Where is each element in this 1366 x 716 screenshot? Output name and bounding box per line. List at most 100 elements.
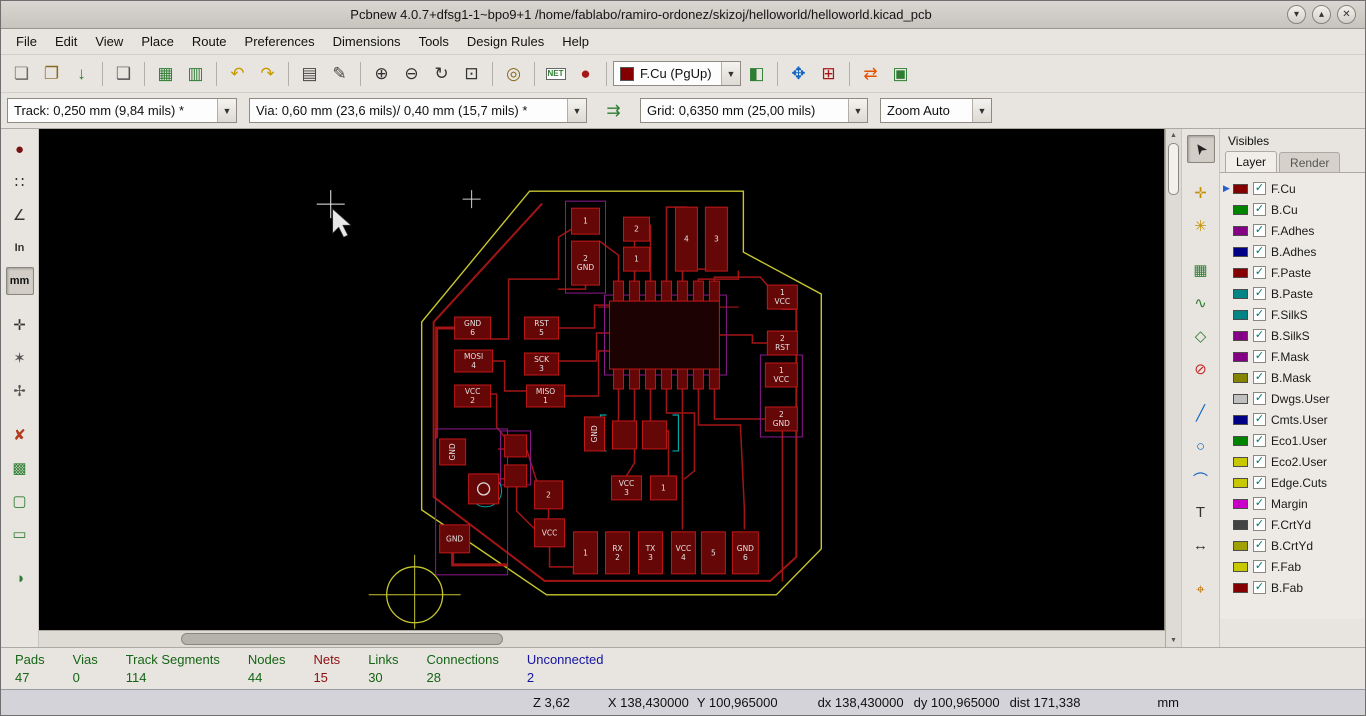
layer-row-b-mask[interactable]: ✓ B.Mask	[1222, 367, 1365, 388]
layer-color-swatch[interactable]	[1233, 267, 1248, 278]
copper-trace[interactable]	[548, 546, 575, 575]
layer-color-swatch[interactable]	[1233, 183, 1248, 194]
menu-item-view[interactable]: View	[86, 30, 132, 53]
high-contrast-icon[interactable]: ◑	[6, 564, 34, 592]
layer-row-eco2-user[interactable]: ✓ Eco2.User	[1222, 451, 1365, 472]
ic-pin[interactable]	[676, 280, 688, 302]
ic-pin[interactable]	[660, 280, 672, 302]
layer-row-eco1-user[interactable]: ✓ Eco1.User	[1222, 430, 1365, 451]
layer-row-b-crtyd[interactable]: ✓ B.CrtYd	[1222, 535, 1365, 556]
window-minimize-button[interactable]: ▾	[1287, 5, 1306, 24]
grid-toggle-icon[interactable]: ∷	[6, 168, 34, 196]
copper-trace[interactable]	[489, 360, 530, 392]
zones-filled-icon[interactable]: ▩	[6, 454, 34, 482]
pcb-pad[interactable]: VCC	[534, 518, 566, 548]
layer-visibility-checkbox[interactable]: ✓	[1253, 539, 1266, 552]
layer-color-swatch[interactable]	[1233, 561, 1248, 572]
layer-visibility-checkbox[interactable]: ✓	[1253, 371, 1266, 384]
layer-visibility-checkbox[interactable]: ✓	[1253, 203, 1266, 216]
add-footprint-tool-icon[interactable]: ▦	[1187, 256, 1215, 284]
layer-visibility-checkbox[interactable]: ✓	[1253, 224, 1266, 237]
zoom-in-icon[interactable]: ⊕	[367, 59, 396, 88]
layer-manager-icon[interactable]: ◧	[742, 59, 771, 88]
local-ratsnest-tool-icon[interactable]: ✳	[1187, 212, 1215, 240]
pcb-pad[interactable]: 2GND	[764, 406, 798, 432]
ic-pin[interactable]	[708, 280, 720, 302]
layer-visibility-checkbox[interactable]: ✓	[1253, 329, 1266, 342]
pcb-pad[interactable]: 4	[674, 206, 698, 272]
layer-color-swatch[interactable]	[1233, 540, 1248, 551]
layer-row-edge-cuts[interactable]: ✓ Edge.Cuts	[1222, 472, 1365, 493]
redo-icon[interactable]: ↷	[253, 59, 282, 88]
layer-color-swatch[interactable]	[1233, 456, 1248, 467]
route-track-tool-icon[interactable]: ∿	[1187, 289, 1215, 317]
pcb-pad[interactable]: VCC3	[610, 475, 642, 501]
zoom-redraw-icon[interactable]: ↻	[427, 59, 456, 88]
page-settings-icon[interactable]: ❑	[109, 59, 138, 88]
print-icon[interactable]: ▤	[295, 59, 324, 88]
pad-shape[interactable]	[611, 420, 637, 450]
pad-shape[interactable]	[504, 434, 528, 458]
titlebar[interactable]: Pcbnew 4.0.7+dfsg1-1~bpo9+1 /home/fablab…	[1, 1, 1365, 29]
layer-row-b-fab[interactable]: ✓ B.Fab	[1222, 577, 1365, 598]
layer-color-swatch[interactable]	[1233, 309, 1248, 320]
layer-color-swatch[interactable]	[1233, 372, 1248, 383]
highlight-net-tool-icon[interactable]: ✛	[1187, 179, 1215, 207]
layer-visibility-checkbox[interactable]: ✓	[1253, 182, 1266, 195]
layer-row-f-adhes[interactable]: ✓ F.Adhes	[1222, 220, 1365, 241]
layer-color-swatch[interactable]	[1233, 519, 1248, 530]
pcb-pad[interactable]: GND6	[731, 531, 759, 575]
zoom-fit-icon[interactable]: ⊡	[457, 59, 486, 88]
footprint-editor-icon[interactable]: ▦	[151, 59, 180, 88]
drc-toggle-icon[interactable]: ●	[6, 135, 34, 163]
ratsnest-icon[interactable]: ✶	[6, 344, 34, 372]
layer-color-swatch[interactable]	[1233, 225, 1248, 236]
scroll-down-icon[interactable]: ▼	[1170, 637, 1177, 644]
layer-visibility-checkbox[interactable]: ✓	[1253, 434, 1266, 447]
copper-trace[interactable]	[557, 304, 611, 329]
pcb-pad[interactable]	[641, 420, 667, 450]
layer-visibility-checkbox[interactable]: ✓	[1253, 497, 1266, 510]
layer-row-f-silks[interactable]: ✓ F.SilkS	[1222, 304, 1365, 325]
layer-visibility-checkbox[interactable]: ✓	[1253, 413, 1266, 426]
copper-trace[interactable]	[713, 376, 767, 420]
footprint-position-icon[interactable]: ✥	[784, 59, 813, 88]
layer-color-swatch[interactable]	[1233, 582, 1248, 593]
pcb-pad[interactable]: 2GND	[571, 240, 601, 286]
ic-pin[interactable]	[708, 368, 720, 390]
layer-visibility-checkbox[interactable]: ✓	[1253, 392, 1266, 405]
menu-item-file[interactable]: File	[7, 30, 46, 53]
add-keepout-tool-icon[interactable]: ⊘	[1187, 355, 1215, 383]
layer-row-b-silks[interactable]: ✓ B.SilkS	[1222, 325, 1365, 346]
window-maximize-button[interactable]: ▴	[1312, 5, 1331, 24]
pcb-pad[interactable]: SCK3	[524, 352, 560, 376]
find-icon[interactable]: ◎	[499, 59, 528, 88]
layer-visibility-checkbox[interactable]: ✓	[1253, 266, 1266, 279]
vertical-scrollbar[interactable]: ▲ ▼	[1165, 129, 1181, 647]
ic-pin[interactable]	[644, 280, 656, 302]
layer-visibility-checkbox[interactable]: ✓	[1253, 287, 1266, 300]
pcb-pad[interactable]: GND	[439, 438, 467, 466]
update-exchange-icon[interactable]: ⇄	[856, 59, 885, 88]
pcb-pad[interactable]	[611, 420, 637, 450]
layer-color-swatch[interactable]	[1233, 330, 1248, 341]
layer-row-dwgs-user[interactable]: ✓ Dwgs.User	[1222, 388, 1365, 409]
window-close-button[interactable]: ✕	[1337, 5, 1356, 24]
layer-row-b-paste[interactable]: ✓ B.Paste	[1222, 283, 1365, 304]
pad-shape[interactable]	[468, 473, 500, 505]
scripting-console-icon[interactable]: ▣	[886, 59, 915, 88]
layer-color-swatch[interactable]	[1233, 351, 1248, 362]
open-board-icon[interactable]: ❐	[37, 59, 66, 88]
pcb-pad[interactable]: 1	[649, 475, 677, 501]
pcb-pad[interactable]: 1	[573, 531, 599, 575]
auto-delete-track-icon[interactable]: ✘	[6, 421, 34, 449]
layer-visibility-checkbox[interactable]: ✓	[1253, 476, 1266, 489]
pcb-pad[interactable]	[504, 434, 528, 458]
layer-color-swatch[interactable]	[1233, 435, 1248, 446]
pcb-pad[interactable]: GND	[584, 416, 605, 452]
pcb-pad[interactable]	[468, 473, 500, 505]
ic-pin[interactable]	[612, 368, 624, 390]
menu-item-help[interactable]: Help	[553, 30, 598, 53]
units-inch-icon[interactable]: In	[6, 234, 34, 262]
zones-hidden-icon[interactable]: ▭	[6, 520, 34, 548]
